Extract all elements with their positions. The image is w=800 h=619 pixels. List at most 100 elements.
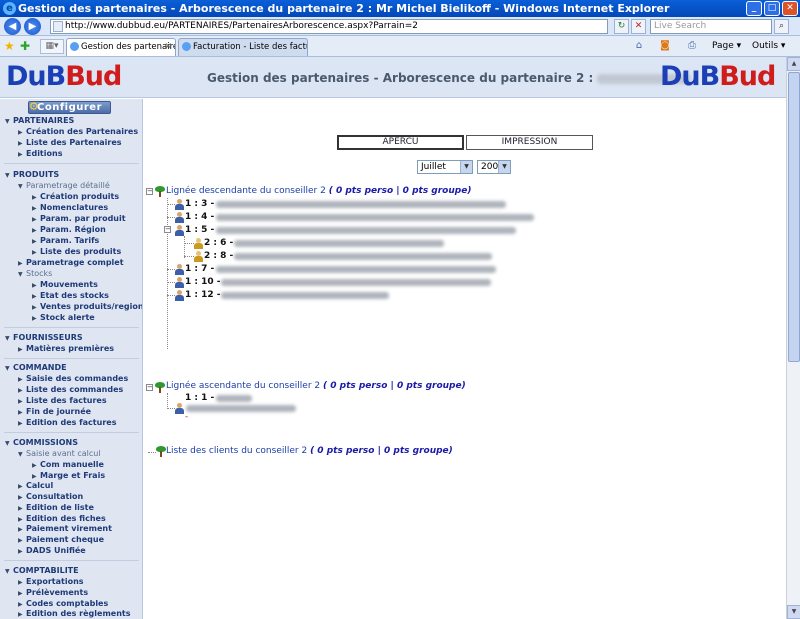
sidebar-item-liste-partenaires[interactable]: ▶ Liste des Partenaires [18,138,122,149]
sidebar-item-edition-liste[interactable]: ▶ Edition de liste [18,503,94,514]
tree-ascendant-header[interactable]: Lignée ascendante du conseiller 2 ( 0 pt… [166,381,466,392]
tree-icon [155,382,165,393]
tree-clients-header[interactable]: Liste des clients du conseiller 2 ( 0 pt… [166,446,453,457]
tree-node-8[interactable]: 2 : 8 - [204,251,233,262]
scroll-up-icon[interactable]: ▲ [787,57,800,71]
refresh-icon[interactable]: ↻ [614,19,629,34]
sidebar-sub-saisie-avant-calcul[interactable]: ▼ Saisie avant calcul [18,449,101,460]
sidebar-item-dads-unifiee[interactable]: ▶ DADS Unifiée [18,546,86,557]
scroll-down-icon[interactable]: ▼ [787,605,800,619]
search-input[interactable]: Live Search [650,19,772,34]
sidebar-section-partenaires[interactable]: ▼ PARTENAIRES [5,116,74,127]
url-input[interactable]: http://www.dubbud.eu/PARTENAIRES/Partena… [50,19,608,34]
tab-label: Gestion des partenaires -... [81,42,175,52]
sidebar-item-stock-alerte[interactable]: ▶ Stock alerte [32,313,95,324]
configure-button[interactable]: ⚙ Configurer [28,100,111,114]
minimize-button[interactable]: _ [746,1,762,16]
sidebar-sub-stocks[interactable]: ▼ Stocks [18,269,52,280]
sidebar-item-editions[interactable]: ▶ Editions [18,149,62,160]
sidebar-item-param-region[interactable]: ▶ Param. Région [32,225,106,236]
sidebar-sub-parametrage-detaille[interactable]: ▼ Parametrage détaillé [18,181,110,192]
add-favorite-icon[interactable]: ✚ [20,39,30,53]
sidebar-item-param-tarifs[interactable]: ▶ Param. Tarifs [32,236,99,247]
quick-tabs-button[interactable]: ▦▾ [40,39,64,54]
tree-line [167,393,168,409]
sidebar-item-edition-reglements[interactable]: ▶ Edition des règlements [18,609,130,619]
home-icon[interactable]: ⌂ [632,39,646,53]
sidebar-item-prelevements[interactable]: ▶ Prélèvements [18,588,88,599]
sidebar-item-paiement-virement[interactable]: ▶ Paiement virement [18,524,112,535]
window-title-bar: e Gestion des partenaires - Arborescence… [0,0,800,17]
forward-button[interactable]: ▶ [24,18,41,35]
sidebar-item-creation-partenaires[interactable]: ▶ Création des Partenaires [18,127,138,138]
tree-node-1[interactable]: 1 : 1 - [185,393,214,404]
tree-node-12[interactable]: 1 : 12 - [185,290,221,301]
tab-close-icon[interactable]: ✕ [164,39,172,55]
sidebar-item-parametrage-complet[interactable]: ▶ Parametrage complet [18,258,124,269]
tree-descendant-header[interactable]: Lignée descendante du conseiller 2 ( 0 p… [166,186,471,197]
maximize-button[interactable]: □ [764,1,780,16]
sidebar-item-matieres-premieres[interactable]: ▶ Matières premières [18,344,114,355]
person-gold-icon [194,238,203,249]
sidebar-item-param-produit[interactable]: ▶ Param. par produit [32,214,126,225]
sidebar-item-fin-journee[interactable]: ▶ Fin de journée [18,407,91,418]
tree-node-3[interactable]: 1 : 3 - [185,199,214,210]
search-icon[interactable]: ⌕ [774,19,789,34]
collapse-toggle-icon[interactable]: − [146,188,153,195]
sidebar-item-mouvements[interactable]: ▶ Mouvements [32,280,98,291]
redacted-node-name [216,227,516,234]
bullet-triangle-icon: ▶ [32,462,37,469]
sidebar-item-etat-stocks[interactable]: ▶ Etat des stocks [32,291,109,302]
year-select[interactable]: 2007 ▼ [477,160,511,174]
sidebar-item-exportations[interactable]: ▶ Exportations [18,577,84,588]
sidebar-item-paiement-cheque[interactable]: ▶ Paiement cheque [18,535,104,546]
print-icon[interactable]: ⎙ [685,39,699,53]
dubbud-logo-right: DuBBud [660,61,776,92]
tree-node-4[interactable]: 1 : 4 - [185,212,214,223]
tree-node-7[interactable]: 1 : 7 - [185,264,214,275]
sidebar-item-ventes-produits[interactable]: ▶ Ventes produits/region [32,302,142,313]
collapse-toggle-icon[interactable]: − [146,384,153,391]
sidebar-item-edition-factures[interactable]: ▶ Edition des factures [18,418,116,429]
collapse-toggle-icon[interactable]: − [164,226,171,233]
tools-menu[interactable]: Outils ▾ [752,39,785,53]
month-select[interactable]: Juillet ▼ [417,160,473,174]
tab-facturation[interactable]: Facturation - Liste des factures [178,38,308,56]
feeds-icon[interactable]: ◙ [658,39,672,53]
sidebar-section-produits[interactable]: ▼ PRODUITS [5,170,59,181]
redacted-node-name [216,266,496,273]
person-icon [175,225,184,236]
sidebar-item-liste-produits[interactable]: ▶ Liste des produits [32,247,121,258]
scroll-thumb[interactable] [788,72,800,362]
tree-node-10[interactable]: 1 : 10 - [185,277,221,288]
sidebar-item-com-manuelle[interactable]: ▶ Com manuelle [32,460,104,471]
tree-node-5[interactable]: 1 : 5 - [185,225,214,236]
tree-node-6[interactable]: 2 : 6 - [204,238,233,249]
sidebar-section-commissions[interactable]: ▼ COMMISSIONS [5,438,78,449]
sidebar-item-liste-commandes[interactable]: ▶ Liste des commandes [18,385,123,396]
redacted-node-name [216,395,252,402]
dubbud-logo-left: DuBBud [6,61,122,92]
favorites-star-icon[interactable]: ★ [4,39,15,53]
page-menu[interactable]: Page ▾ [712,39,741,53]
back-button[interactable]: ◀ [4,18,21,35]
sidebar-item-calcul[interactable]: ▶ Calcul [18,481,53,492]
sidebar-item-consultation[interactable]: ▶ Consultation [18,492,83,503]
apercu-button[interactable]: APERCU [337,135,464,150]
main-content: APERCU IMPRESSION Juillet ▼ 2007 ▼ − Lig… [144,99,786,619]
tab-label: Facturation - Liste des factures [193,42,307,52]
stop-icon[interactable]: ✕ [631,19,646,34]
sidebar-item-nomenclatures[interactable]: ▶ Nomenclatures [32,203,108,214]
expand-triangle-icon: ▼ [18,183,23,190]
bullet-triangle-icon: ▶ [32,293,37,300]
impression-button[interactable]: IMPRESSION [466,135,593,150]
tab-gestion-partenaires[interactable]: Gestion des partenaires -... ✕ [66,38,176,56]
sidebar-item-saisie-commandes[interactable]: ▶ Saisie des commandes [18,374,128,385]
vertical-scrollbar[interactable]: ▲ ▼ [786,57,800,619]
sidebar-section-comptabilite[interactable]: ▼ COMPTABILITE [5,566,79,577]
sidebar-item-liste-factures[interactable]: ▶ Liste des factures [18,396,107,407]
sidebar-section-fournisseurs[interactable]: ▼ FOURNISSEURS [5,333,83,344]
sidebar-item-creation-produits[interactable]: ▶ Création produits [32,192,119,203]
close-window-button[interactable]: ✕ [782,1,798,16]
sidebar-section-commande[interactable]: ▼ COMMANDE [5,363,67,374]
